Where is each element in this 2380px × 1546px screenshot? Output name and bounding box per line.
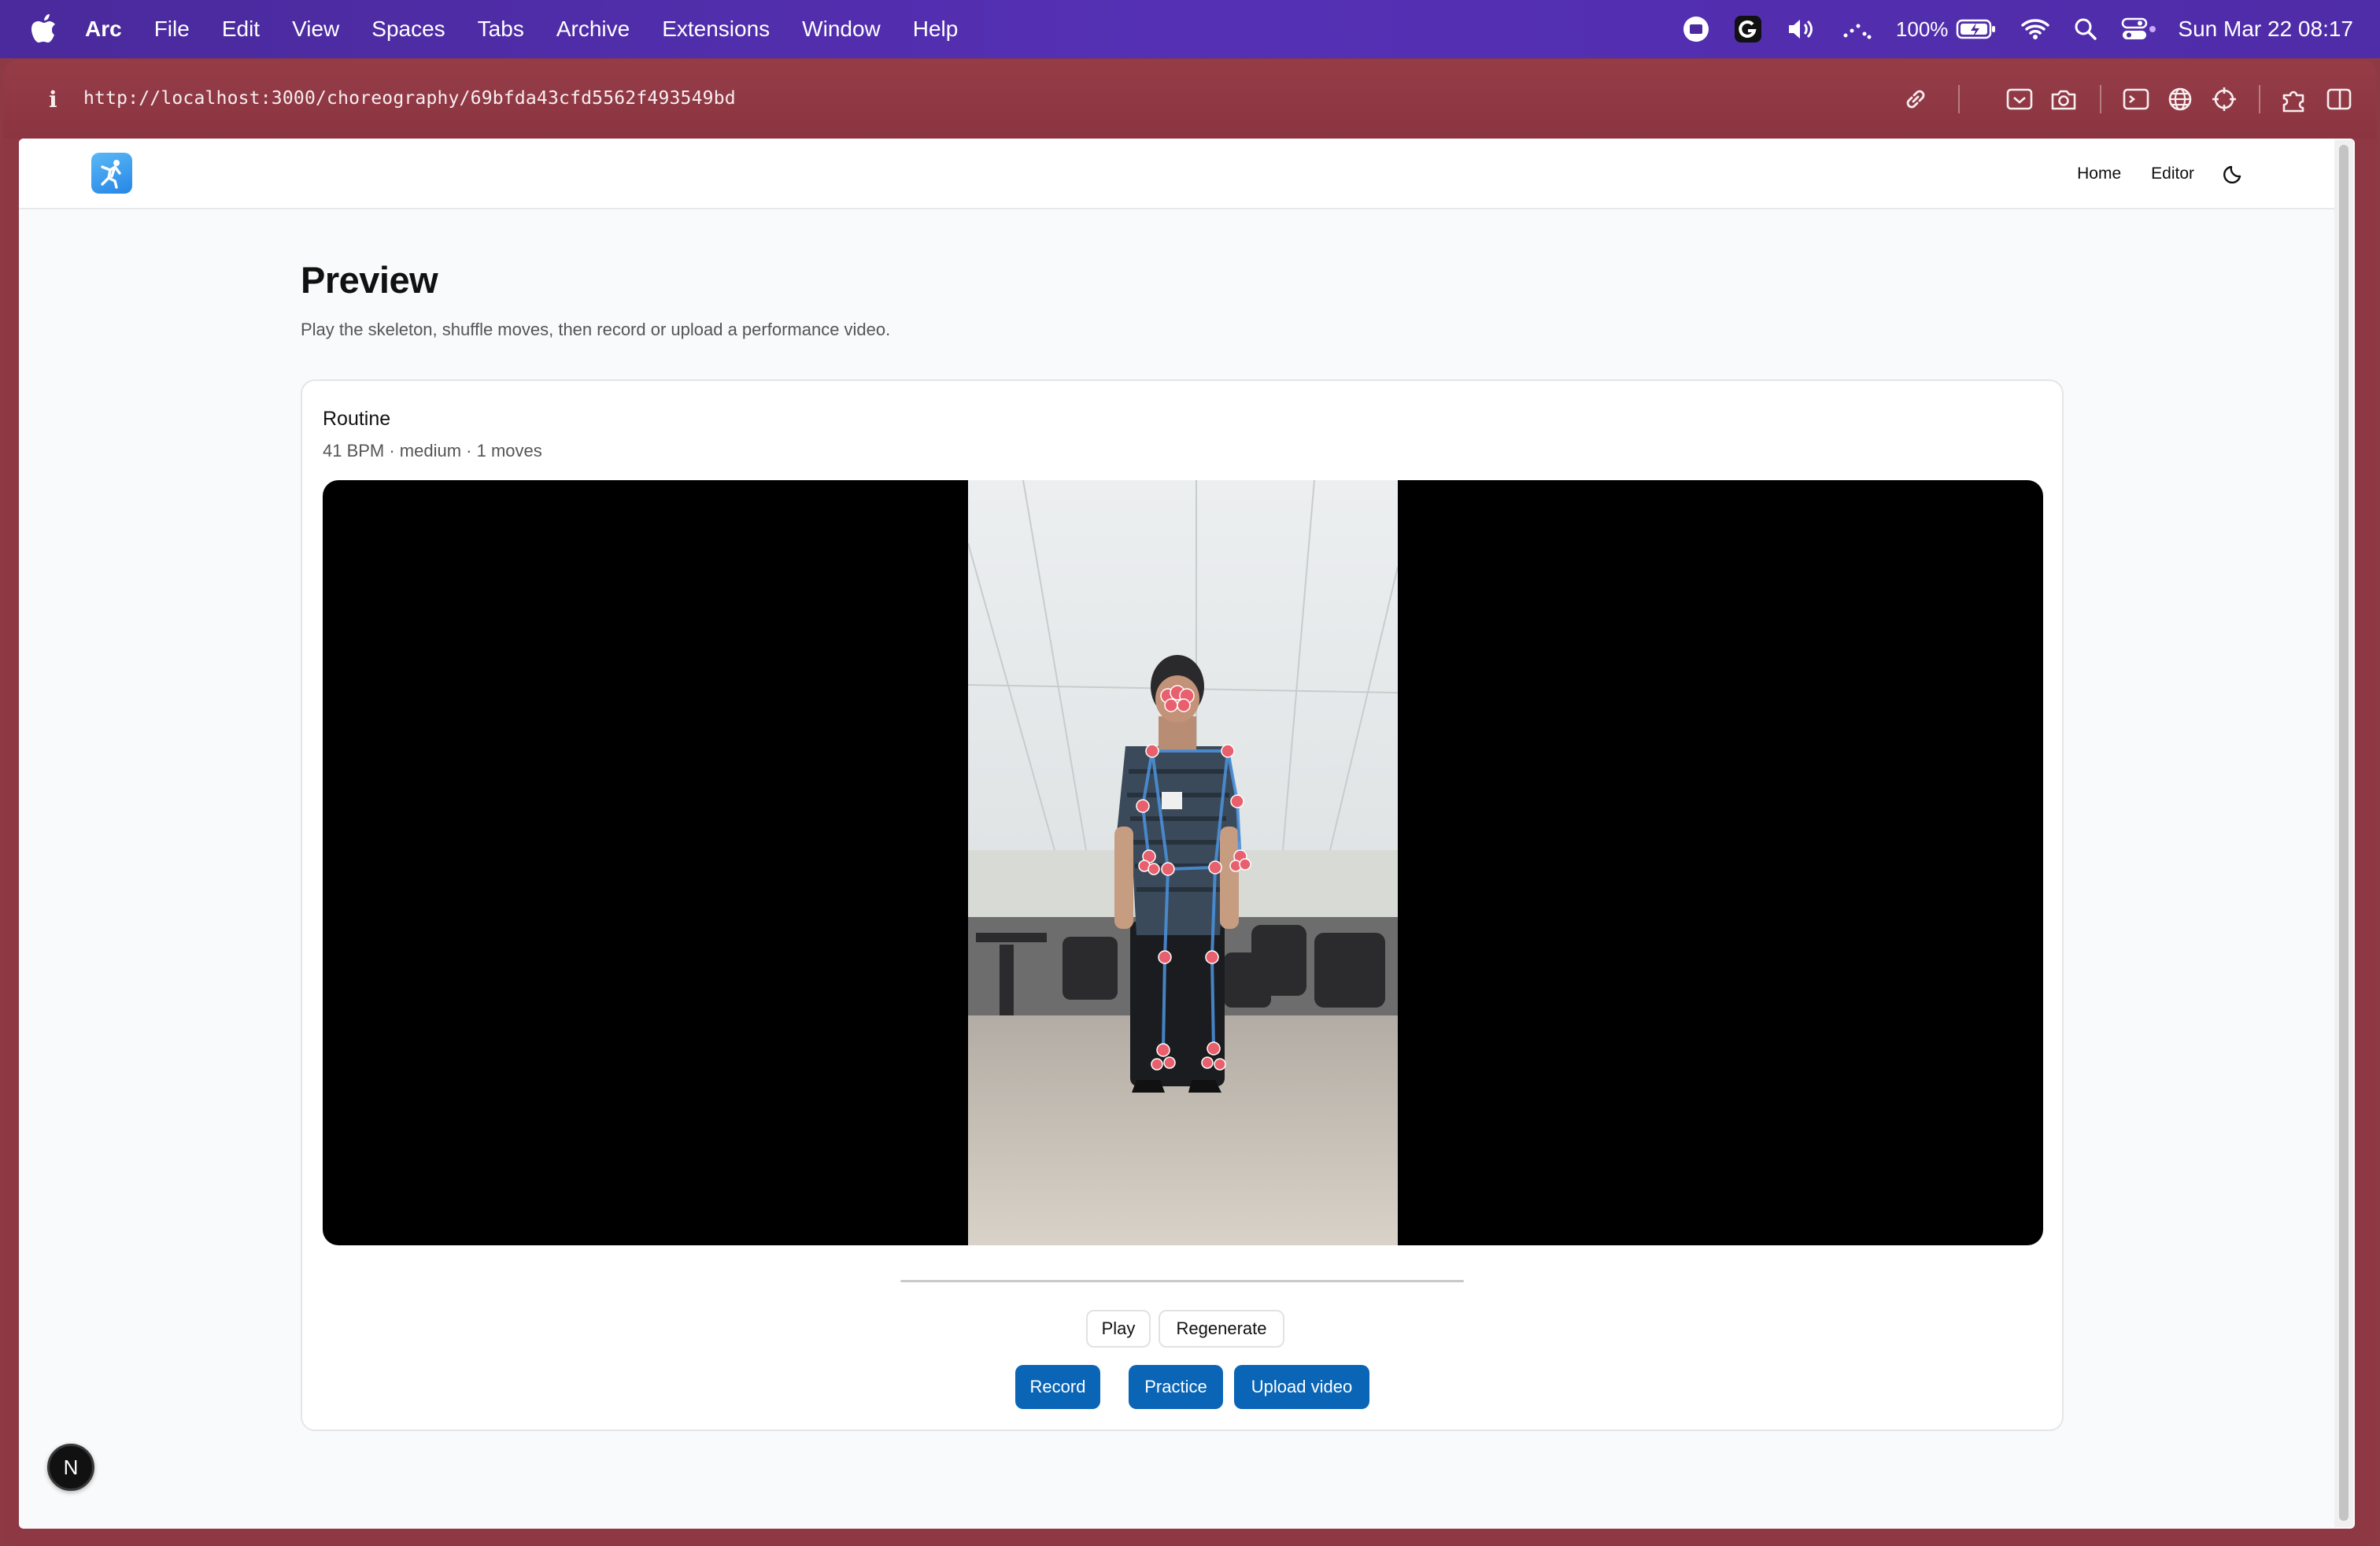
browser-window: i http://localhost:3000/choreography/69b… xyxy=(3,60,2377,1546)
menu-view[interactable]: View xyxy=(292,17,339,42)
page-scrollbar[interactable] xyxy=(2334,140,2353,1527)
page-subtitle: Play the skeleton, shuffle moves, then r… xyxy=(301,320,891,339)
toolbar-divider xyxy=(2100,85,2101,113)
practice-button[interactable]: Practice xyxy=(1129,1365,1223,1409)
page-viewport: Home Editor Preview Play the skeleton, s… xyxy=(19,139,2355,1529)
url-bar[interactable]: http://localhost:3000/choreography/69bfd… xyxy=(83,88,736,109)
control-center-icon[interactable] xyxy=(2121,0,2157,58)
capture-icon[interactable] xyxy=(2004,83,2035,115)
routine-card: Routine 41 BPM · medium · 1 moves Play R… xyxy=(301,379,2064,1431)
site-info-icon[interactable]: i xyxy=(49,87,57,113)
menu-edit[interactable]: Edit xyxy=(222,17,260,42)
apple-logo-icon[interactable] xyxy=(30,14,57,44)
page-title: Preview xyxy=(301,259,438,301)
pose-preview-image xyxy=(968,480,1398,1245)
spotlight-search-icon[interactable] xyxy=(2074,0,2097,58)
copy-link-icon[interactable] xyxy=(1900,83,1931,115)
toolbar-divider xyxy=(2259,85,2260,113)
grammarly-icon[interactable] xyxy=(1734,0,1762,58)
battery-icon[interactable] xyxy=(1956,0,1997,58)
wifi-icon[interactable] xyxy=(2020,0,2050,58)
menu-app-name[interactable]: Arc xyxy=(85,17,122,42)
camera-icon[interactable] xyxy=(2048,83,2079,115)
menu-spaces[interactable]: Spaces xyxy=(371,17,445,42)
volume-icon[interactable] xyxy=(1786,0,1817,58)
crosshair-icon[interactable] xyxy=(2208,83,2240,115)
nextjs-dev-badge[interactable]: N xyxy=(47,1444,94,1491)
menubar-clock[interactable]: Sun Mar 22 08:17 xyxy=(2178,17,2353,42)
focus-dots-icon[interactable] xyxy=(1841,0,1872,58)
extensions-icon[interactable] xyxy=(2279,83,2311,115)
macos-menu-bar: Arc File Edit View Spaces Tabs Archive E… xyxy=(0,0,2380,58)
record-button[interactable]: Record xyxy=(1015,1365,1100,1409)
app-logo[interactable] xyxy=(91,153,132,194)
nav-editor-link[interactable]: Editor xyxy=(2151,165,2194,183)
routine-meta: 41 BPM · medium · 1 moves xyxy=(323,441,542,460)
browser-toolbar: i http://localhost:3000/choreography/69b… xyxy=(3,60,2377,139)
regenerate-button[interactable]: Regenerate xyxy=(1159,1310,1284,1348)
menu-extensions[interactable]: Extensions xyxy=(662,17,770,42)
menu-tabs[interactable]: Tabs xyxy=(478,17,524,42)
menu-help[interactable]: Help xyxy=(913,17,959,42)
scrollbar-thumb[interactable] xyxy=(2339,145,2349,1521)
split-view-icon[interactable] xyxy=(2323,83,2355,115)
menu-window[interactable]: Window xyxy=(802,17,881,42)
nav-home-link[interactable]: Home xyxy=(2077,165,2121,183)
menu-archive[interactable]: Archive xyxy=(556,17,630,42)
globe-icon[interactable] xyxy=(2164,83,2196,115)
menu-file[interactable]: File xyxy=(154,17,190,42)
upload-video-button[interactable]: Upload video xyxy=(1234,1365,1369,1409)
skeleton-video-player[interactable] xyxy=(323,480,2043,1245)
routine-title: Routine xyxy=(323,408,391,430)
dancer-icon xyxy=(101,160,121,189)
site-nav: Home Editor xyxy=(2047,139,2246,209)
play-button[interactable]: Play xyxy=(1086,1310,1151,1348)
playback-timeline[interactable] xyxy=(900,1280,1464,1282)
site-header: Home Editor xyxy=(19,139,2334,209)
moon-icon[interactable] xyxy=(2221,161,2246,187)
terminal-icon[interactable] xyxy=(2120,83,2152,115)
screen-record-icon[interactable] xyxy=(1682,0,1710,58)
toolbar-divider xyxy=(1958,85,1960,113)
battery-percent: 100% xyxy=(1895,17,1949,41)
camera-frame xyxy=(968,480,1398,1245)
